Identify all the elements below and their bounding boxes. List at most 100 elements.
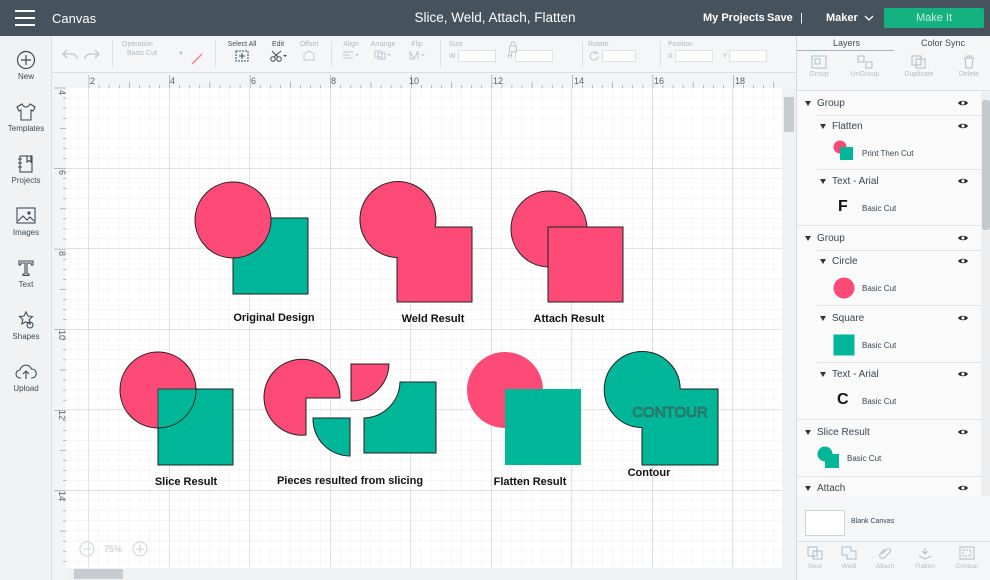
layer-circle-item[interactable]: Basic Cut (797, 276, 981, 300)
select-all-button[interactable]: Select All (224, 41, 260, 64)
arrange-icon (374, 50, 391, 60)
edit-button[interactable]: Edit (264, 41, 292, 64)
tab-layers[interactable]: Layers (833, 38, 860, 48)
machine-dropdown[interactable]: Maker (826, 12, 874, 24)
nav-new-label: New (17, 72, 34, 81)
horizontal-scrollbar[interactable] (74, 569, 123, 579)
design-canvas[interactable]: 2 4 6 8 10 12 14 16 18 4 6 8 10 12 14 CO… (52, 73, 796, 580)
layers-scrollbar[interactable] (981, 92, 990, 496)
eye-icon[interactable] (957, 428, 969, 436)
height-input[interactable] (514, 50, 553, 62)
contour-text: CONTOUR (632, 404, 708, 421)
nav-projects-label: Projects (11, 176, 41, 185)
my-projects-link[interactable]: My Projects (703, 12, 765, 24)
nav-projects[interactable]: Projects (0, 154, 52, 185)
blank-canvas-swatch[interactable] (805, 510, 845, 536)
position-control: Position X Y (668, 41, 768, 62)
contour-label: Contour (955, 563, 979, 570)
zoom-level: 75% (104, 544, 122, 554)
label-weld-result: Weld Result (402, 313, 465, 325)
weld-button[interactable]: Weld (831, 542, 867, 570)
layer-flatten[interactable]: Flatten (797, 121, 981, 135)
operation-select[interactable]: Basic Cut (122, 50, 178, 57)
linetype-swatch-icon[interactable] (190, 52, 204, 66)
label-flatten-result: Flatten Result (494, 476, 567, 488)
y-input[interactable] (729, 50, 768, 62)
contour-button[interactable]: Contour (949, 542, 985, 570)
tab-color-sync[interactable]: Color Sync (921, 38, 965, 48)
ungroup-icon (857, 55, 873, 69)
duplicate-button[interactable]: Duplicate (897, 51, 941, 78)
operation-control[interactable]: Operation Basic Cut ▼ (122, 41, 184, 57)
nav-text[interactable]: Text (0, 258, 52, 289)
layer-name: Slice Result (817, 427, 870, 438)
shapes-icon (18, 310, 34, 329)
ruler-left-14: 14 (57, 491, 67, 501)
layer-attach[interactable]: Attach (797, 483, 981, 496)
machine-label: Maker (826, 12, 858, 24)
vertical-scrollbar[interactable] (784, 97, 794, 132)
layers-scroll-thumb[interactable] (982, 100, 990, 230)
attach-button[interactable]: Attach (867, 542, 903, 570)
redo-icon[interactable] (84, 47, 100, 61)
delete-button[interactable]: Delete (947, 51, 990, 78)
eye-icon[interactable] (957, 99, 969, 107)
weld-icon (841, 546, 857, 560)
layer-group-1[interactable]: Group (797, 98, 981, 112)
nav-shapes[interactable]: Shapes (0, 310, 52, 341)
ruler-left-8: 8 (57, 251, 67, 256)
eye-icon[interactable] (957, 257, 969, 265)
size-label: Size (449, 41, 463, 48)
layer-slice-result[interactable]: Slice Result (797, 427, 981, 441)
layer-name: Group (817, 233, 845, 244)
layer-text-arial-1[interactable]: Text - Arial (797, 176, 981, 190)
layer-circle[interactable]: Circle (797, 256, 981, 270)
lock-icon[interactable] (508, 41, 518, 53)
ungroup-button[interactable]: UnGroup (843, 51, 887, 78)
width-input[interactable] (457, 50, 496, 62)
nav-templates[interactable]: Templates (0, 102, 52, 133)
undo-icon[interactable] (62, 47, 78, 61)
eye-icon[interactable] (957, 314, 969, 322)
bottom-actions: Slice Weld Attach Flatten Contour (797, 541, 990, 580)
rotate-label: Rotate (588, 41, 609, 48)
x-input[interactable] (674, 50, 713, 62)
ruler-left-4: 4 (57, 90, 67, 95)
offset-icon (303, 50, 315, 61)
layer-flatten-item[interactable]: Print Then Cut (797, 140, 981, 164)
flatten-thumbnail-icon (833, 140, 853, 160)
slice-label: Slice (807, 563, 823, 570)
arrange-button[interactable]: Arrange (368, 41, 398, 62)
slice-button[interactable]: Slice (797, 542, 833, 570)
canvas-svg: 2 4 6 8 10 12 14 16 18 4 6 8 10 12 14 CO… (52, 73, 796, 580)
eye-icon[interactable] (957, 484, 969, 492)
layer-square[interactable]: Square (797, 313, 981, 327)
make-it-button[interactable]: Make It (884, 8, 984, 28)
ruler-left-6: 6 (57, 170, 67, 175)
nav-new[interactable]: New (0, 50, 52, 81)
flip-button[interactable]: Flip (404, 41, 430, 62)
nav-images[interactable]: Images (0, 206, 52, 237)
group-button[interactable]: Group (797, 51, 841, 78)
ruler-left-10: 10 (57, 330, 67, 340)
layer-square-item[interactable]: Basic Cut (797, 333, 981, 357)
save-link[interactable]: Save (767, 12, 793, 24)
offset-button[interactable]: Offset (295, 41, 323, 64)
eye-icon[interactable] (957, 177, 969, 185)
circle-thumbnail-icon (833, 277, 855, 299)
layer-slice-item[interactable]: Basic Cut (797, 446, 981, 470)
align-button[interactable]: Align (338, 41, 364, 62)
layer-group-2[interactable]: Group (797, 233, 981, 247)
layer-text-item-2[interactable]: C Basic Cut (797, 389, 981, 413)
layer-text-arial-2[interactable]: Text - Arial (797, 369, 981, 383)
cloud-upload-icon (15, 364, 37, 379)
toolbar-divider (440, 41, 441, 67)
nav-upload-label: Upload (13, 384, 39, 393)
layer-text-item-1[interactable]: F Basic Cut (797, 196, 981, 220)
nav-upload[interactable]: Upload (0, 362, 52, 393)
eye-icon[interactable] (957, 234, 969, 242)
eye-icon[interactable] (957, 370, 969, 378)
flatten-button[interactable]: Flatten (907, 542, 943, 570)
eye-icon[interactable] (957, 122, 969, 130)
rotate-input[interactable] (601, 50, 636, 62)
